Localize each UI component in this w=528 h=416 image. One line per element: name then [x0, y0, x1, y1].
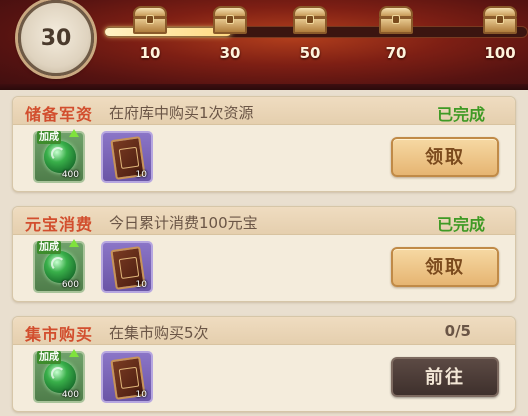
task-name: 储备军资 — [25, 105, 94, 124]
task-header: 元宝消费 今日累计消费100元宝 已完成 — [13, 207, 515, 235]
task-row: 元宝消费 今日累计消费100元宝 已完成 加成 600 10 领取 — [12, 206, 516, 302]
milestone-label: 50 — [299, 44, 321, 62]
task-description: 在集市购买5次 — [109, 324, 209, 342]
task-header: 储备军资 在府库中购买1次资源 已完成 — [13, 97, 515, 125]
task-name: 元宝消费 — [25, 215, 94, 234]
task-progress: 0/5 — [444, 322, 471, 340]
task-row: 储备军资 在府库中购买1次资源 已完成 加成 400 10 领取 — [12, 96, 516, 192]
milestone-label: 100 — [484, 44, 516, 62]
treasure-chest-icon[interactable] — [213, 6, 247, 34]
treasure-chest-icon[interactable] — [133, 6, 167, 34]
progress-banner: 30 10 30 50 70 100 — [0, 0, 528, 90]
task-status: 已完成 — [436, 215, 485, 234]
reward-quantity: 10 — [135, 170, 147, 180]
reward-jade-orb[interactable]: 加成 400 — [33, 129, 85, 183]
milestone-50[interactable]: 50 — [284, 6, 336, 86]
reward-quantity: 400 — [61, 390, 79, 400]
points-value: 30 — [40, 25, 72, 51]
treasure-chest-icon[interactable] — [483, 6, 517, 34]
reward-quantity: 10 — [135, 280, 147, 290]
up-arrow-icon — [69, 349, 79, 357]
milestone-label: 70 — [385, 44, 407, 62]
reward-quantity: 10 — [135, 390, 147, 400]
milestone-label: 30 — [219, 44, 241, 62]
bonus-tag: 加成 — [37, 131, 61, 144]
up-arrow-icon — [69, 239, 79, 247]
reward-card[interactable]: 10 — [101, 131, 153, 183]
treasure-chest-icon[interactable] — [379, 6, 413, 34]
go-button[interactable]: 前往 — [391, 357, 499, 397]
task-name: 集市购买 — [25, 325, 94, 344]
up-arrow-icon — [69, 129, 79, 137]
bonus-tag: 加成 — [37, 241, 61, 254]
milestone-label: 10 — [139, 44, 161, 62]
orb-swirl — [51, 367, 65, 381]
milestone-30[interactable]: 30 — [204, 6, 256, 86]
milestone-100[interactable]: 100 — [474, 6, 526, 86]
reward-card[interactable]: 10 — [101, 241, 153, 293]
reward-jade-orb[interactable]: 加成 600 — [33, 239, 85, 293]
reward-quantity: 600 — [61, 280, 79, 290]
task-description: 在府库中购买1次资源 — [109, 104, 254, 122]
reward-jade-orb[interactable]: 加成 400 — [33, 349, 85, 403]
task-status: 已完成 — [436, 105, 485, 124]
milestone-70[interactable]: 70 — [370, 6, 422, 86]
reward-quantity: 400 — [61, 170, 79, 180]
points-badge: 30 — [18, 0, 94, 76]
treasure-chest-icon[interactable] — [293, 6, 327, 34]
task-header: 集市购买 在集市购买5次 0/5 — [13, 317, 515, 345]
claim-button[interactable]: 领取 — [391, 247, 499, 287]
milestone-10[interactable]: 10 — [124, 6, 176, 86]
task-description: 今日累计消费100元宝 — [109, 214, 258, 232]
orb-swirl — [51, 147, 65, 161]
bonus-tag: 加成 — [37, 351, 61, 364]
orb-swirl — [51, 257, 65, 271]
claim-button[interactable]: 领取 — [391, 137, 499, 177]
reward-card[interactable]: 10 — [101, 351, 153, 403]
task-row: 集市购买 在集市购买5次 0/5 加成 400 10 前往 — [12, 316, 516, 412]
